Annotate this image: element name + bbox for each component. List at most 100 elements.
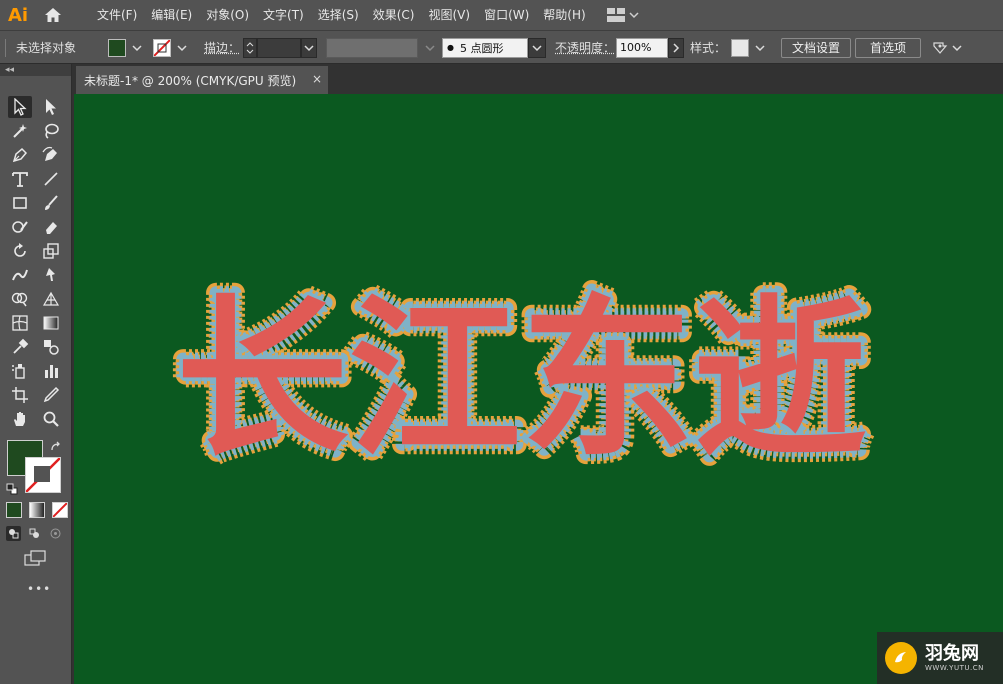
eyedropper-tool-icon[interactable] bbox=[8, 336, 32, 358]
menu-window[interactable]: 窗口(W) bbox=[477, 0, 536, 30]
document-setup-button[interactable]: 文档设置 bbox=[781, 37, 852, 58]
puppet-warp-tool-icon[interactable] bbox=[39, 264, 63, 286]
app-logo: Ai bbox=[7, 4, 29, 26]
menu-effect[interactable]: 效果(C) bbox=[366, 0, 422, 30]
opacity-label[interactable]: 不透明度： bbox=[555, 31, 615, 64]
fill-dropdown[interactable] bbox=[130, 38, 144, 58]
brush-dot-icon: ● bbox=[447, 43, 454, 52]
variable-width-field[interactable] bbox=[326, 37, 418, 58]
fill-control[interactable] bbox=[108, 31, 144, 64]
chevron-down-icon bbox=[629, 12, 639, 19]
chevron-down-icon bbox=[132, 44, 142, 51]
tab-document[interactable]: 未标题-1* @ 200% (CMYK/GPU 预览) × bbox=[76, 66, 328, 94]
perspective-grid-tool-icon[interactable] bbox=[39, 288, 63, 310]
style-swatch[interactable] bbox=[731, 38, 749, 57]
swap-fill-stroke-icon[interactable] bbox=[50, 438, 62, 457]
menu-file[interactable]: 文件(F) bbox=[90, 0, 144, 30]
blend-tool-icon[interactable] bbox=[39, 336, 63, 358]
artwork-text-fill: 长江东逝 bbox=[176, 279, 866, 480]
selection-status: 未选择对象 bbox=[16, 41, 77, 55]
draw-normal-icon[interactable] bbox=[6, 526, 21, 541]
brush-field[interactable]: ● 5 点圆形 bbox=[442, 37, 528, 58]
tools-collapse-icon[interactable]: ◂◂ bbox=[0, 64, 71, 76]
selection-tool-icon[interactable] bbox=[8, 96, 32, 118]
variable-width-dropdown[interactable] bbox=[422, 38, 438, 58]
menu-view[interactable]: 视图(V) bbox=[421, 0, 477, 30]
tools-panel: ◂◂ ••• bbox=[0, 64, 72, 684]
watermark-title: 羽兔网 bbox=[925, 643, 979, 664]
chevron-down-icon bbox=[425, 44, 435, 51]
brush-dropdown[interactable] bbox=[528, 37, 546, 58]
menu-bar: Ai 文件(F) 编辑(E) 对象(O) 文字(T) 选择(S) 效果(C) 视… bbox=[0, 0, 1003, 30]
chevron-down-icon bbox=[952, 44, 962, 51]
chevron-right-icon bbox=[673, 42, 680, 53]
style-control[interactable] bbox=[731, 31, 767, 64]
line-segment-tool-icon[interactable] bbox=[39, 168, 63, 190]
canvas[interactable]: 长江东逝 长江东逝 长江东逝 羽兔网 WWW.YUTU.CN bbox=[74, 94, 1003, 684]
brush-definition[interactable]: ● 5 点圆形 bbox=[442, 31, 546, 64]
stroke-control[interactable] bbox=[153, 31, 189, 64]
stroke-weight-stepper[interactable] bbox=[243, 37, 257, 58]
gradient-tool-icon[interactable] bbox=[39, 312, 63, 334]
draw-inside-icon[interactable] bbox=[48, 526, 63, 541]
arrange-documents-control[interactable] bbox=[931, 31, 962, 64]
type-tool-icon[interactable] bbox=[8, 168, 32, 190]
opacity-expand[interactable] bbox=[668, 37, 684, 58]
curvature-tool-icon[interactable] bbox=[39, 144, 63, 166]
artwork[interactable]: 长江东逝 长江东逝 长江东逝 bbox=[74, 94, 1003, 684]
symbol-sprayer-tool-icon[interactable] bbox=[8, 360, 32, 382]
none-mode-icon[interactable] bbox=[52, 502, 68, 518]
style-dropdown[interactable] bbox=[753, 38, 767, 58]
gradient-mode-icon[interactable] bbox=[29, 502, 45, 518]
stroke-color-swatch[interactable] bbox=[25, 457, 61, 493]
menu-type[interactable]: 文字(T) bbox=[256, 0, 311, 30]
stroke-weight-dropdown[interactable] bbox=[301, 37, 317, 58]
opacity-input[interactable]: 100% bbox=[616, 37, 668, 58]
control-grip-icon bbox=[4, 31, 8, 64]
edit-toolbar-icon[interactable]: ••• bbox=[27, 582, 51, 596]
shaper-tool-icon[interactable] bbox=[8, 216, 32, 238]
magic-wand-tool-icon[interactable] bbox=[8, 120, 32, 142]
paintbrush-tool-icon[interactable] bbox=[39, 192, 63, 214]
warp-tool-icon[interactable] bbox=[8, 264, 32, 286]
direct-selection-tool-icon[interactable] bbox=[39, 96, 63, 118]
close-icon[interactable]: × bbox=[312, 72, 322, 86]
eraser-tool-icon[interactable] bbox=[39, 216, 63, 238]
opacity-control[interactable]: 100% bbox=[616, 31, 684, 64]
mesh-tool-icon[interactable] bbox=[8, 312, 32, 334]
default-fill-stroke-icon[interactable] bbox=[6, 480, 18, 499]
menu-select[interactable]: 选择(S) bbox=[311, 0, 366, 30]
preferences-button[interactable]: 首选项 bbox=[855, 37, 922, 58]
scale-tool-icon[interactable] bbox=[39, 240, 63, 262]
draw-behind-icon[interactable] bbox=[27, 526, 42, 541]
lasso-tool-icon[interactable] bbox=[39, 120, 63, 142]
menu-object[interactable]: 对象(O) bbox=[199, 0, 256, 30]
pen-tool-icon[interactable] bbox=[8, 144, 32, 166]
chevron-down-icon bbox=[304, 44, 314, 51]
workspace-switcher[interactable] bbox=[606, 8, 639, 22]
pin-icon bbox=[933, 41, 948, 54]
screen-mode-icon[interactable] bbox=[24, 550, 46, 570]
menu-edit[interactable]: 编辑(E) bbox=[144, 0, 199, 30]
stroke-weight-input[interactable] bbox=[257, 37, 301, 58]
column-graph-tool-icon[interactable] bbox=[39, 360, 63, 382]
stroke-label[interactable]: 描边： bbox=[204, 31, 240, 64]
zoom-tool-icon[interactable] bbox=[39, 408, 63, 430]
variable-width-profile[interactable] bbox=[326, 31, 438, 64]
home-icon[interactable] bbox=[36, 0, 70, 30]
hand-tool-icon[interactable] bbox=[8, 408, 32, 430]
main-menu: 文件(F) 编辑(E) 对象(O) 文字(T) 选择(S) 效果(C) 视图(V… bbox=[90, 0, 593, 30]
color-mode-icon[interactable] bbox=[6, 502, 22, 518]
rotate-tool-icon[interactable] bbox=[8, 240, 32, 262]
document-tab-title: 未标题-1* @ 200% (CMYK/GPU 预览) bbox=[84, 73, 297, 88]
chevron-down-icon bbox=[755, 44, 765, 51]
fill-swatch[interactable] bbox=[108, 38, 126, 57]
menu-help[interactable]: 帮助(H) bbox=[536, 0, 592, 30]
shape-builder-tool-icon[interactable] bbox=[8, 288, 32, 310]
artboard-tool-icon[interactable] bbox=[8, 384, 32, 406]
stroke-weight-control[interactable] bbox=[243, 31, 317, 64]
stroke-dropdown[interactable] bbox=[175, 38, 189, 58]
stroke-none-swatch[interactable] bbox=[153, 38, 171, 57]
rectangle-tool-icon[interactable] bbox=[8, 192, 32, 214]
slice-tool-icon[interactable] bbox=[39, 384, 63, 406]
